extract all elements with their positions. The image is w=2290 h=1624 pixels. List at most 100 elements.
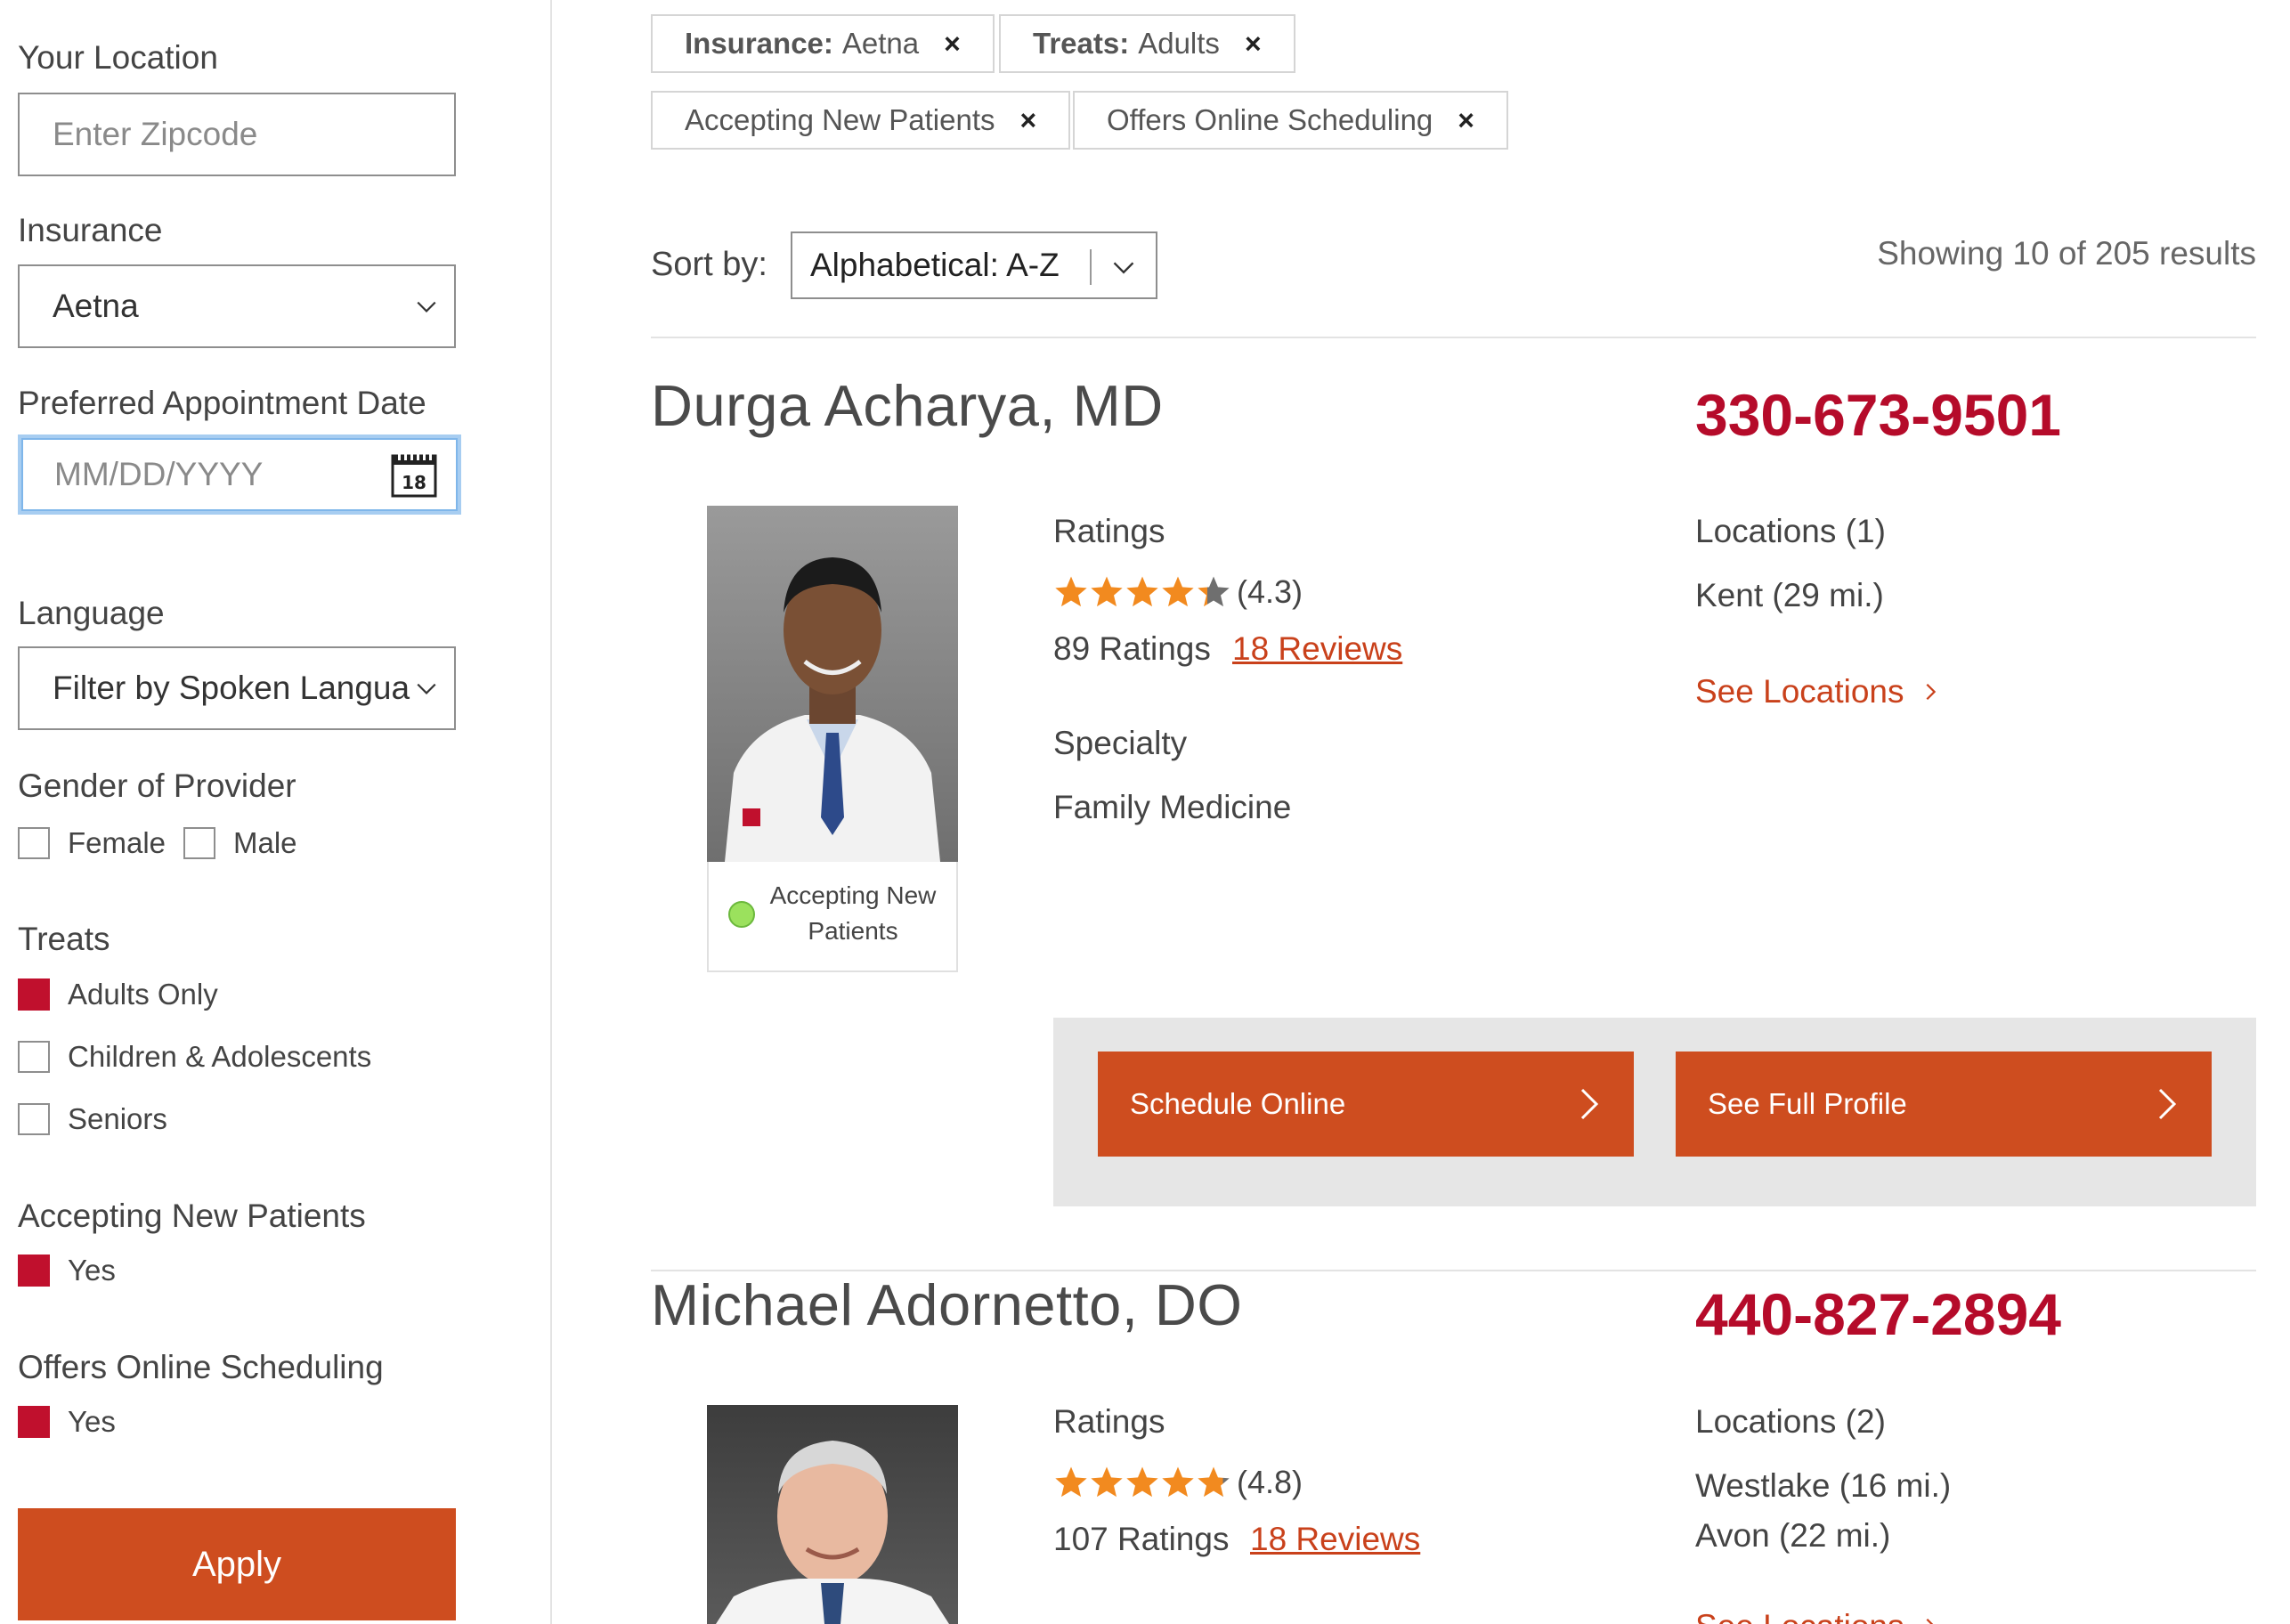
ratings-label: Ratings (1053, 1403, 1165, 1440)
sort-select[interactable]: Alphabetical: A-Z (791, 231, 1157, 299)
appointment-date-input[interactable]: MM/DD/YYYY 18 (18, 434, 461, 515)
close-icon[interactable]: × (1245, 28, 1262, 61)
filter-sidebar: Your Location Enter Zipcode Insurance Ae… (0, 0, 552, 1624)
stars-group (1053, 574, 1231, 610)
provider-phone[interactable]: 330-673-9501 (1695, 381, 2061, 449)
select-divider (1090, 249, 1092, 285)
provider-name[interactable]: Durga Acharya, MD (651, 372, 1164, 439)
location-item: Kent (29 mi.) (1695, 577, 1884, 613)
star-rating: (4.3) (1053, 573, 1303, 611)
chevron-down-icon (417, 301, 436, 313)
location-label: Your Location (18, 39, 218, 76)
insurance-label: Insurance (18, 212, 163, 248)
filter-chip-online[interactable]: Offers Online Scheduling × (1073, 91, 1508, 150)
star-icon (1055, 576, 1087, 607)
see-locations-link[interactable]: See Locations (1695, 673, 1940, 710)
insurance-value: Aetna (53, 288, 139, 324)
see-locations-link[interactable]: See Locations (1695, 1608, 1940, 1624)
star-icon (1091, 1466, 1123, 1498)
gender-male-option[interactable]: Male (183, 826, 297, 860)
treats-seniors-option[interactable]: Seniors (18, 1102, 167, 1136)
ratings-count: 107 Ratings (1053, 1521, 1230, 1557)
provider-photo (707, 1405, 958, 1624)
calendar-icon[interactable]: 18 (390, 451, 438, 499)
female-checkbox[interactable] (18, 827, 50, 859)
rating-value: (4.8) (1237, 1464, 1303, 1500)
male-checkbox[interactable] (183, 827, 215, 859)
online-label: Offers Online Scheduling (18, 1349, 384, 1385)
filter-chip-insurance[interactable]: Insurance: Aetna × (651, 14, 995, 73)
date-placeholder: MM/DD/YYYY (54, 456, 264, 492)
insurance-select[interactable]: Aetna (18, 264, 456, 348)
chevron-right-icon (1926, 683, 1936, 701)
see-locations-label: See Locations (1695, 1608, 1904, 1624)
treats-children-option[interactable]: Children & Adolescents (18, 1040, 371, 1074)
online-yes-checkbox[interactable] (18, 1406, 50, 1438)
action-panel: Schedule Online See Full Profile (1053, 1018, 2256, 1206)
location-item: Westlake (16 mi.) (1695, 1467, 1952, 1504)
provider-search-page: Your Location Enter Zipcode Insurance Ae… (0, 0, 2290, 1624)
chip-value: Accepting New Patients (685, 103, 995, 136)
results-count: Showing 10 of 205 results (1877, 235, 2256, 272)
appointment-label: Preferred Appointment Date (18, 385, 426, 421)
provider-photo (707, 506, 958, 862)
see-full-profile-button[interactable]: See Full Profile (1676, 1052, 2212, 1157)
apply-button[interactable]: Apply (18, 1508, 456, 1620)
specialty-label: Specialty (1053, 725, 1188, 761)
chevron-down-icon (1113, 262, 1134, 274)
rating-value: (4.3) (1237, 573, 1303, 610)
star-icon (1126, 1466, 1158, 1498)
svg-text:18: 18 (402, 472, 426, 493)
schedule-online-button[interactable]: Schedule Online (1098, 1052, 1634, 1157)
male-label: Male (233, 826, 297, 859)
seniors-checkbox[interactable] (18, 1103, 50, 1135)
chevron-right-icon (1926, 1618, 1933, 1624)
locations-label: Locations (2) (1695, 1403, 1886, 1440)
chip-key: Insurance: (685, 27, 833, 60)
specialty-value: Family Medicine (1053, 789, 1292, 825)
reviews-link[interactable]: 18 Reviews (1232, 630, 1402, 668)
treats-adults-option[interactable]: Adults Only (18, 978, 218, 1011)
sort-value: Alphabetical: A-Z (810, 247, 1060, 283)
star-icon (1162, 1466, 1194, 1498)
schedule-online-label: Schedule Online (1130, 1087, 1346, 1120)
online-yes-label: Yes (68, 1405, 116, 1438)
chip-key: Treats: (1033, 27, 1130, 60)
star-icon (1091, 576, 1123, 607)
accepting-yes-checkbox[interactable] (18, 1255, 50, 1287)
close-icon[interactable]: × (1020, 104, 1037, 137)
accepting-yes-option[interactable]: Yes (18, 1254, 116, 1287)
adults-only-checkbox[interactable] (18, 978, 50, 1011)
accepting-badge: Accepting New Patients (707, 862, 958, 972)
language-select[interactable]: Filter by Spoken Langua (18, 646, 456, 730)
gender-female-option[interactable]: Female (18, 826, 166, 860)
reviews-link[interactable]: 18 Reviews (1250, 1521, 1420, 1558)
gender-label: Gender of Provider (18, 767, 296, 804)
see-full-profile-label: See Full Profile (1708, 1087, 1907, 1120)
close-icon[interactable]: × (1458, 104, 1474, 137)
accepting-text: Accepting New Patients (769, 881, 937, 945)
accepting-label: Accepting New Patients (18, 1198, 366, 1234)
provider-name[interactable]: Michael Adornetto, DO (651, 1271, 1242, 1338)
locations-label: Locations (1) (1695, 513, 1886, 549)
ratings-count: 89 Ratings (1053, 630, 1211, 667)
chip-value: Adults (1138, 27, 1220, 60)
chevron-right-icon (1580, 1088, 1599, 1120)
children-label: Children & Adolescents (68, 1040, 372, 1073)
provider-phone[interactable]: 440-827-2894 (1695, 1280, 2061, 1348)
female-label: Female (68, 826, 166, 859)
see-locations-label: See Locations (1695, 673, 1904, 710)
close-icon[interactable]: × (944, 28, 961, 61)
status-dot-icon (728, 901, 755, 928)
filter-chip-treats[interactable]: Treats: Adults × (999, 14, 1295, 73)
star-icon (1162, 576, 1194, 607)
chip-value: Aetna (841, 27, 920, 60)
online-yes-option[interactable]: Yes (18, 1405, 116, 1439)
zipcode-input[interactable]: Enter Zipcode (18, 93, 456, 176)
stars-group (1053, 1465, 1231, 1500)
filter-chip-accepting[interactable]: Accepting New Patients × (651, 91, 1071, 150)
star-icon (1198, 1466, 1230, 1498)
ratings-label: Ratings (1053, 513, 1165, 549)
language-value: Filter by Spoken Langua (53, 670, 410, 706)
children-checkbox[interactable] (18, 1041, 50, 1073)
